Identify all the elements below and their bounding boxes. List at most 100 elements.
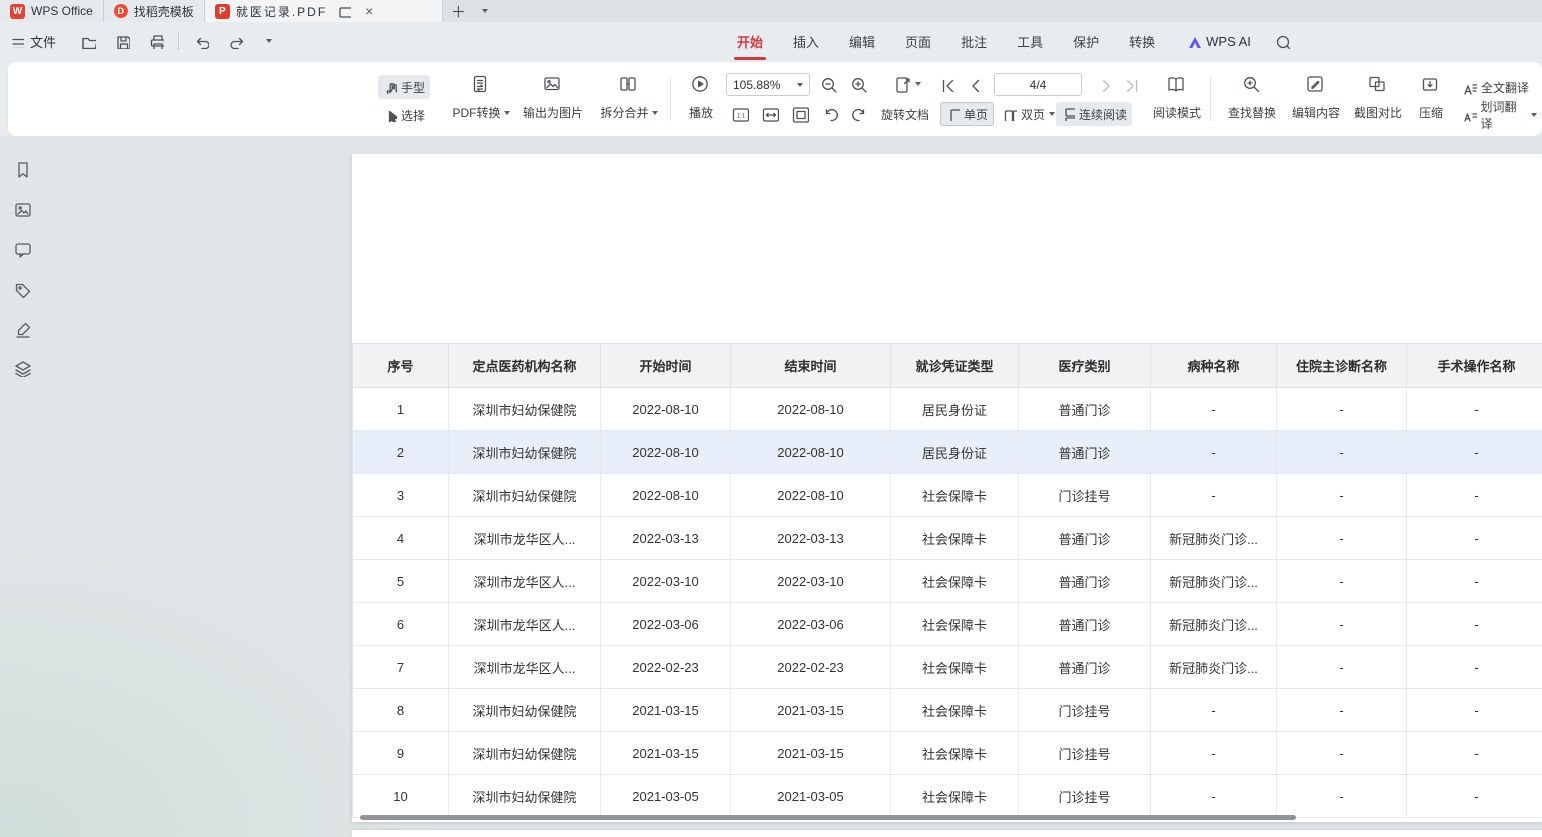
hand-icon — [383, 80, 397, 94]
tag-panel-button[interactable] — [13, 280, 31, 298]
find-replace-button[interactable]: 查找替换 — [1222, 71, 1282, 127]
table-cell: 深圳市龙华区人... — [449, 560, 601, 603]
rotate-document-button[interactable]: 旋转文档 — [876, 102, 934, 126]
undo-button[interactable] — [189, 29, 213, 53]
menu-tab[interactable]: 保护 — [1073, 22, 1099, 60]
open-file-button[interactable] — [76, 29, 100, 53]
rotate-left-button[interactable] — [818, 102, 842, 126]
wps-logo-icon: W — [10, 4, 25, 19]
thumbnail-icon — [13, 200, 31, 218]
double-page-button[interactable]: 双页 — [998, 102, 1060, 126]
last-page-button[interactable] — [1118, 72, 1142, 96]
table-cell: 普通门诊 — [1019, 646, 1151, 689]
chevron-down-icon — [504, 111, 510, 115]
zoom-level-select[interactable]: 105.88% — [726, 73, 810, 96]
menu-tab[interactable]: 转换 — [1129, 22, 1155, 60]
fit-width-button[interactable] — [758, 102, 782, 126]
page-indicator: 4/4 — [1030, 78, 1047, 92]
tab-list-chevron-icon[interactable] — [474, 0, 496, 22]
document-tab[interactable]: P 就医记录.PDF × — [205, 0, 443, 22]
table-cell: 深圳市龙华区人... — [449, 517, 601, 560]
table-cell: 2022-03-06 — [731, 603, 891, 646]
table-cell: 2022-03-10 — [601, 560, 731, 603]
file-menu-button[interactable]: 文件 — [10, 22, 56, 60]
word-translate-button[interactable]: 划词翻译 — [1456, 103, 1542, 127]
bookmark-panel-button[interactable] — [13, 160, 31, 178]
actual-size-button[interactable]: 1:1 — [728, 102, 752, 126]
previous-page-button[interactable] — [962, 72, 986, 96]
play-label: 播放 — [689, 104, 713, 121]
comment-panel-button[interactable] — [13, 240, 31, 258]
single-page-button[interactable]: 单页 — [940, 102, 994, 126]
table-cell: - — [1151, 732, 1277, 775]
compress-button[interactable]: 压缩 — [1410, 71, 1452, 127]
screenshot-compare-button[interactable]: 截图对比 — [1348, 71, 1408, 127]
undo-history-chevron-icon[interactable] — [257, 29, 281, 53]
select-tool-button[interactable]: 选择 — [378, 103, 430, 127]
continuous-read-button[interactable]: 连续阅读 — [1056, 102, 1132, 126]
rotate-ccw-icon — [821, 105, 839, 123]
table-cell: 9 — [353, 732, 449, 775]
play-button[interactable]: 播放 — [678, 71, 724, 127]
toolbar-divider — [670, 77, 671, 121]
close-tab-icon[interactable]: × — [361, 4, 377, 18]
chevron-down-icon — [915, 82, 921, 86]
table-cell: - — [1151, 775, 1277, 818]
table-cell: 新冠肺炎门诊... — [1151, 646, 1277, 689]
menu-tab[interactable]: 编辑 — [849, 22, 875, 60]
read-mode-button[interactable]: 阅读模式 — [1148, 71, 1206, 127]
docer-tab[interactable]: D 找稻壳模板 — [104, 0, 205, 22]
table-cell: 普通门诊 — [1019, 431, 1151, 474]
edit-content-label: 编辑内容 — [1292, 104, 1340, 121]
table-cell: - — [1151, 431, 1277, 474]
zoom-in-button[interactable] — [846, 72, 870, 96]
page-number-input[interactable]: 4/4 — [994, 73, 1082, 96]
split-merge-button[interactable]: 拆分合并 — [594, 71, 664, 127]
menu-tab[interactable]: 工具 — [1017, 22, 1043, 60]
page-jump-button[interactable] — [888, 72, 926, 96]
rotate-right-button[interactable] — [846, 102, 870, 126]
print-button[interactable] — [144, 29, 168, 53]
layers-panel-button[interactable] — [13, 359, 31, 377]
hand-tool-button[interactable]: 手型 — [378, 75, 430, 99]
pdf-convert-button[interactable]: PDF转换 — [448, 71, 514, 127]
table-row: 1深圳市妇幼保健院2022-08-102022-08-10居民身份证普通门诊--… — [353, 388, 1542, 431]
zoom-out-button[interactable] — [816, 72, 840, 96]
table-cell: 门诊挂号 — [1019, 474, 1151, 517]
cast-screen-icon[interactable] — [333, 4, 355, 18]
export-image-button[interactable]: 输出为图片 — [516, 71, 590, 127]
search-button[interactable] — [1270, 29, 1294, 53]
table-cell: 2021-03-05 — [731, 775, 891, 818]
table-row: 10深圳市妇幼保健院2021-03-052021-03-05社会保障卡门诊挂号-… — [353, 775, 1542, 818]
table-row: 2深圳市妇幼保健院2022-08-102022-08-10居民身份证普通门诊--… — [353, 431, 1542, 474]
thumbnail-panel-button[interactable] — [13, 200, 31, 218]
redo-button[interactable] — [223, 29, 247, 53]
fit-page-button[interactable] — [788, 102, 812, 126]
save-button[interactable] — [110, 29, 134, 53]
table-cell: 1 — [353, 388, 449, 431]
table-row: 3深圳市妇幼保健院2022-08-102022-08-10社会保障卡门诊挂号--… — [353, 474, 1542, 517]
table-cell: - — [1407, 431, 1542, 474]
new-tab-button[interactable]: ＋ — [443, 0, 474, 22]
column-header: 就诊凭证类型 — [891, 344, 1019, 388]
table-cell: 8 — [353, 689, 449, 732]
table-row: 5深圳市龙华区人...2022-03-102022-03-10社会保障卡普通门诊… — [353, 560, 1542, 603]
home-tab[interactable]: W WPS Office — [0, 0, 104, 22]
horizontal-scrollbar[interactable] — [360, 815, 1296, 820]
table-cell: 门诊挂号 — [1019, 689, 1151, 732]
edit-content-button[interactable]: 编辑内容 — [1286, 71, 1346, 127]
menu-tab[interactable]: 页面 — [905, 22, 931, 60]
table-cell: 2022-03-13 — [601, 517, 731, 560]
full-translate-button[interactable]: 全文翻译 — [1456, 75, 1534, 99]
table-cell: 社会保障卡 — [891, 474, 1019, 517]
wps-ai-button[interactable]: WPS AI — [1185, 33, 1251, 49]
menu-tab[interactable]: 批注 — [961, 22, 987, 60]
bookmark-icon — [13, 160, 31, 178]
menu-tab[interactable]: 插入 — [793, 22, 819, 60]
next-page-button[interactable] — [1092, 72, 1116, 96]
table-cell: 普通门诊 — [1019, 388, 1151, 431]
first-page-button[interactable] — [934, 72, 958, 96]
menu-tab[interactable]: 开始 — [737, 22, 763, 60]
highlighter-icon — [13, 320, 31, 338]
annotate-panel-button[interactable] — [13, 320, 31, 338]
